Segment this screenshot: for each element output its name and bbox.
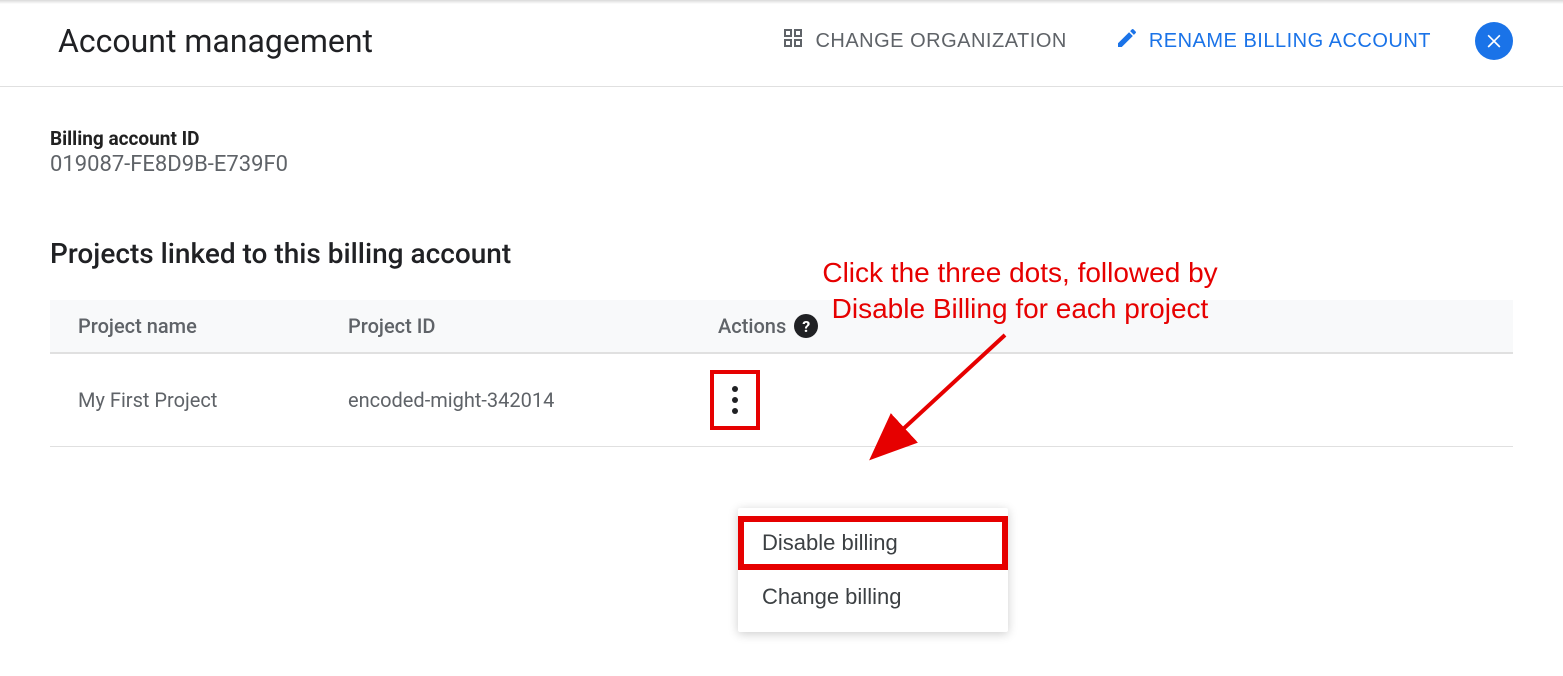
billing-id-value: 019087-FE8D9B-E739F0 — [50, 152, 1513, 177]
close-button[interactable] — [1475, 22, 1513, 60]
cell-project-id: encoded-might-342014 — [320, 388, 690, 412]
annotation-line1: Click the three dots, followed by — [710, 255, 1330, 291]
close-icon — [1484, 30, 1504, 53]
table-row: My First Project encoded-might-342014 — [50, 354, 1513, 447]
page-header: Account management CHANGE ORGANIZATION R… — [0, 0, 1563, 87]
instruction-annotation: Click the three dots, followed by Disabl… — [710, 255, 1330, 328]
cell-actions — [690, 370, 890, 430]
row-actions-menu-button[interactable] — [710, 370, 760, 430]
top-shadow — [0, 0, 1563, 4]
header-actions: CHANGE ORGANIZATION RENAME BILLING ACCOU… — [777, 20, 1513, 62]
change-organization-label: CHANGE ORGANIZATION — [815, 30, 1066, 53]
organization-icon — [781, 26, 805, 56]
disable-billing-menu-item[interactable]: Disable billing — [738, 516, 1008, 570]
change-billing-menu-item[interactable]: Change billing — [738, 570, 1008, 624]
page-title: Account management — [58, 22, 373, 60]
column-project-id: Project ID — [320, 314, 690, 338]
annotation-line2: Disable Billing for each project — [710, 291, 1330, 327]
change-organization-button[interactable]: CHANGE ORGANIZATION — [777, 20, 1070, 62]
pencil-icon — [1115, 26, 1139, 56]
billing-id-label: Billing account ID — [50, 127, 1513, 150]
kebab-icon — [732, 386, 738, 414]
rename-billing-button[interactable]: RENAME BILLING ACCOUNT — [1111, 20, 1435, 62]
actions-dropdown-menu: Disable billing Change billing — [738, 508, 1008, 632]
column-project-name: Project name — [50, 314, 320, 338]
rename-billing-label: RENAME BILLING ACCOUNT — [1149, 30, 1431, 53]
cell-project-name: My First Project — [50, 388, 320, 412]
